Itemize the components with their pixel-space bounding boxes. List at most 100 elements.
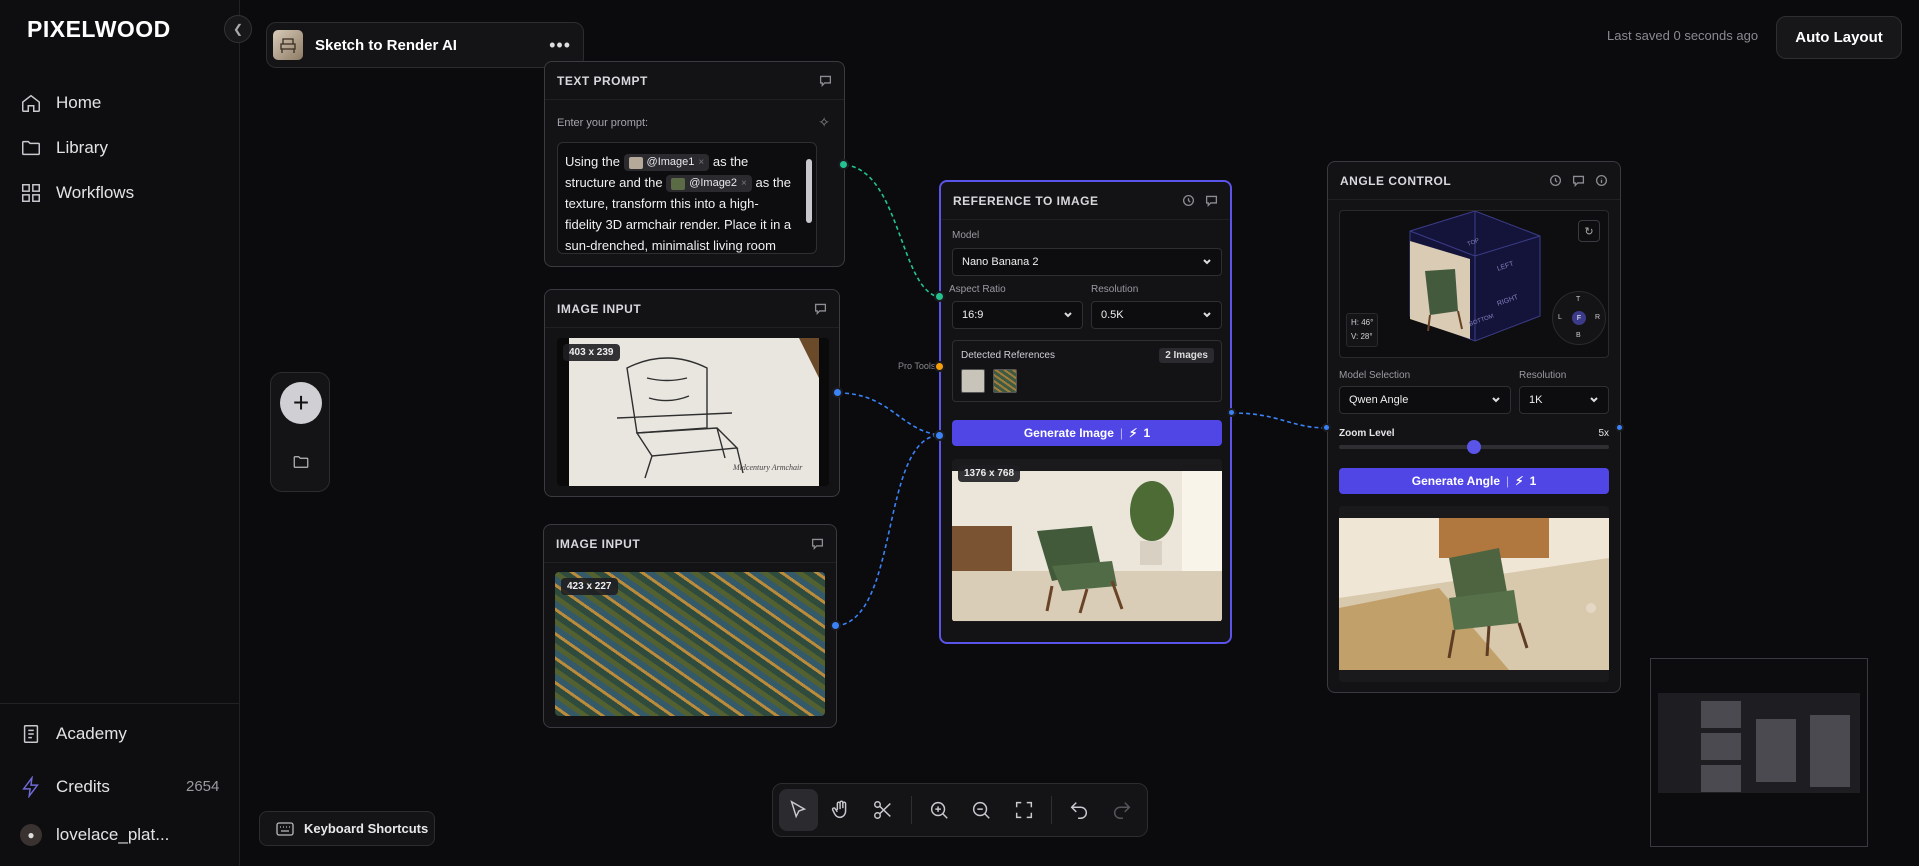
output-port[interactable] [1615,423,1624,432]
scrollbar[interactable] [805,147,813,249]
zoom-out-button[interactable] [962,789,1001,831]
button-cost: 1 [1143,426,1151,440]
select-value: 16:9 [962,309,984,321]
chip-label: @Image2 [689,177,738,190]
model-selection-select[interactable]: Qwen Angle [1339,386,1511,414]
username: lovelace_plat... [56,825,170,844]
angle-viewport[interactable]: LEFT RIGHT TOP BOTTOM ↻ H: 46° V: 28° T … [1339,210,1609,358]
output-port[interactable] [832,387,843,398]
undo-button[interactable] [1060,789,1099,831]
resolution-select[interactable]: 0.5K [1091,301,1222,329]
generate-angle-button[interactable]: Generate Angle | ⚡︎ 1 [1339,468,1609,494]
collapse-sidebar-button[interactable]: ❮ [224,15,252,43]
compass-top[interactable]: T [1576,296,1580,303]
input-port[interactable] [1322,423,1331,432]
compass-left[interactable]: L [1558,314,1562,321]
reference-thumbnail[interactable] [961,369,985,393]
model-selection-label: Model Selection [1339,370,1411,381]
compass-right[interactable]: R [1595,314,1600,321]
comment-icon[interactable] [819,74,832,87]
project-thumbnail [273,30,303,60]
comment-icon[interactable] [1572,174,1585,187]
sidebar-item-workflows[interactable]: Workflows [20,182,134,204]
sidebar-item-label: Library [56,138,108,157]
lightning-icon: ⚡︎ [1515,474,1524,488]
button-separator: | [1506,474,1510,488]
sidebar-item-label: Academy [56,724,127,743]
close-icon[interactable]: × [698,154,704,171]
compass-center[interactable]: F [1572,311,1586,325]
grid-icon [22,184,40,202]
app-logo[interactable]: PIXELWOOD [27,16,171,43]
compass-bottom[interactable]: B [1576,332,1581,339]
output-port[interactable] [830,620,841,631]
open-folder-button[interactable] [280,444,322,480]
reference-thumbnail[interactable] [993,369,1017,393]
sidebar-item-home[interactable]: Home [20,92,101,114]
generate-image-button[interactable]: Generate Image | ⚡︎ 1 [952,420,1222,446]
input-port[interactable] [934,361,945,372]
input-port[interactable] [934,291,945,302]
comment-icon[interactable] [1205,194,1218,207]
add-node-button[interactable]: + [280,382,322,424]
zoom-label: Zoom Level [1339,428,1395,439]
close-icon[interactable]: × [741,175,747,192]
node-header[interactable]: ANGLE CONTROL [1328,162,1620,200]
comment-icon[interactable] [811,537,824,550]
project-pill[interactable]: Sketch to Render AI ••• [266,22,584,68]
zoom-slider[interactable] [1339,440,1609,454]
node-header[interactable]: IMAGE INPUT [544,525,836,563]
node-header[interactable]: TEXT PROMPT [545,62,844,100]
keyboard-shortcuts-button[interactable]: Keyboard Shortcuts [259,811,435,846]
button-separator: | [1119,426,1124,440]
chevron-left-icon: ❮ [232,22,244,36]
minimap-node [1810,715,1850,787]
scrollbar-thumb[interactable] [806,159,812,223]
minimap[interactable] [1650,658,1868,847]
cut-tool-button[interactable] [864,789,903,831]
image-input-node[interactable]: IMAGE INPUT 423 x 227 [543,524,837,728]
output-port[interactable] [1227,408,1236,417]
angle-compass[interactable]: T L F R B [1552,291,1606,345]
redo-button[interactable] [1102,789,1141,831]
sidebar-item-credits[interactable]: Credits [20,776,110,798]
folder-icon [293,456,309,468]
zoom-slider-thumb[interactable] [1467,440,1481,454]
keyboard-icon [276,821,294,836]
output-port[interactable] [838,159,849,170]
comment-icon[interactable] [814,302,827,315]
dimension-badge: 1376 x 768 [958,465,1021,482]
image-mention-chip[interactable]: @Image2 × [666,175,752,193]
user-profile[interactable]: ● lovelace_plat... [20,824,169,846]
sidebar-item-academy[interactable]: Academy [20,723,127,745]
info-icon[interactable] [1595,174,1608,187]
history-icon[interactable] [1182,194,1195,207]
undo-icon [1070,802,1088,819]
resolution-select[interactable]: 1K [1519,386,1609,414]
reference-to-image-node[interactable]: REFERENCE TO IMAGE Model Nano Banana 2 A… [939,180,1232,644]
image-input-node[interactable]: IMAGE INPUT Midcentury Armchair 403 x 23… [544,289,840,497]
model-select[interactable]: Nano Banana 2 [952,248,1222,276]
auto-layout-button[interactable]: Auto Layout [1776,16,1902,59]
reset-view-button[interactable]: ↻ [1578,220,1600,242]
fit-screen-button[interactable] [1005,789,1044,831]
angle-control-node[interactable]: ANGLE CONTROL LEFT RIGHT TOP BOTTOM ↻ H:… [1327,161,1621,693]
sidebar: PIXELWOOD Home Library Workflows Academy… [0,0,240,866]
image-mention-chip[interactable]: @Image1 × [623,154,710,172]
prompt-textarea[interactable]: Using the @Image1 × as the structure and … [557,142,817,254]
text-prompt-node[interactable]: TEXT PROMPT Enter your prompt: ✧ Using t… [544,61,845,267]
horizontal-angle: H: 46° [1351,318,1374,327]
input-port[interactable] [934,430,945,441]
select-value: 1K [1529,394,1543,406]
sparkle-icon[interactable]: ✧ [818,114,830,131]
node-header[interactable]: REFERENCE TO IMAGE [941,182,1230,220]
aspect-ratio-select[interactable]: 16:9 [952,301,1083,329]
select-tool-button[interactable] [779,789,818,831]
zoom-in-button[interactable] [919,789,958,831]
more-options-icon[interactable]: ••• [549,35,571,56]
node-header[interactable]: IMAGE INPUT [545,290,839,328]
select-value: 0.5K [1101,309,1124,321]
sidebar-item-library[interactable]: Library [20,137,108,159]
pan-tool-button[interactable] [822,789,861,831]
history-icon[interactable] [1549,174,1562,187]
